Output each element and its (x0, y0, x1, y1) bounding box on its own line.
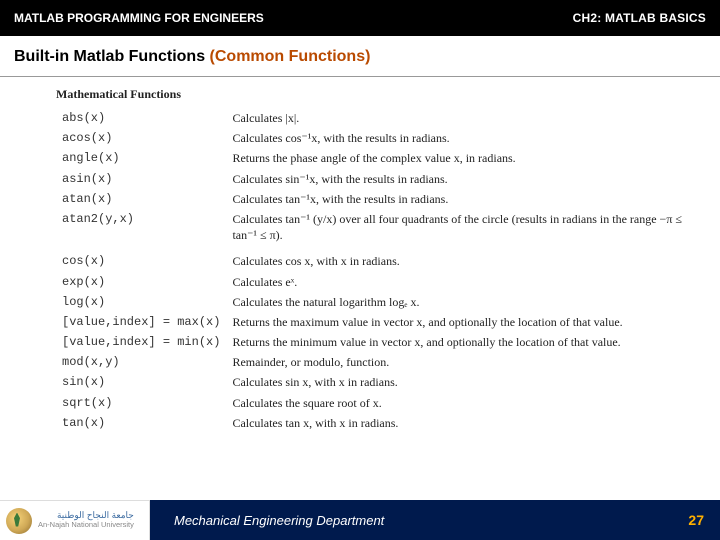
function-description: Returns the phase angle of the complex v… (226, 148, 690, 168)
function-name: sin(x) (56, 372, 226, 392)
functions-table: abs(x)Calculates |x|.acos(x)Calculates c… (56, 108, 690, 433)
function-description: Calculates the square root of x. (226, 393, 690, 413)
table-row: atan2(y,x)Calculates tan⁻¹ (y/x) over al… (56, 209, 690, 245)
header-bar: MATLAB PROGRAMMING FOR ENGINEERS CH2: MA… (0, 0, 720, 36)
footer: جامعة النجاح الوطنية An-Najah National U… (0, 500, 720, 540)
header-chapter-main: MATLAB BASICS (605, 11, 706, 25)
function-description: Calculates the natural logarithm logₑ x. (226, 292, 690, 312)
function-name: abs(x) (56, 108, 226, 128)
function-description: Calculates sin x, with x in radians. (226, 372, 690, 392)
function-description: Calculates cos x, with x in radians. (226, 251, 690, 271)
function-name: atan(x) (56, 189, 226, 209)
function-description: Remainder, or modulo, function. (226, 352, 690, 372)
table-row: mod(x,y)Remainder, or modulo, function. (56, 352, 690, 372)
header-chapter-prefix: CH2: (573, 11, 605, 25)
table-row: [value,index] = min(x)Returns the minimu… (56, 332, 690, 352)
footer-strip: Mechanical Engineering Department 27 (150, 500, 720, 540)
table-row: exp(x)Calculates eˣ. (56, 272, 690, 292)
header-left: MATLAB PROGRAMMING FOR ENGINEERS (14, 11, 264, 25)
function-name: sqrt(x) (56, 393, 226, 413)
function-name: [value,index] = max(x) (56, 312, 226, 332)
table-row: tan(x)Calculates tan x, with x in radian… (56, 413, 690, 433)
table-row: atan(x)Calculates tan⁻¹x, with the resul… (56, 189, 690, 209)
slide-title: Built-in Matlab Functions (Common Functi… (0, 36, 720, 77)
header-right: CH2: MATLAB BASICS (573, 11, 706, 25)
function-name: [value,index] = min(x) (56, 332, 226, 352)
logo-text-en: An-Najah National University (38, 521, 134, 529)
function-name: tan(x) (56, 413, 226, 433)
logo-icon (6, 508, 32, 534)
function-description: Calculates tan⁻¹ (y/x) over all four qua… (226, 209, 690, 245)
function-description: Calculates tan⁻¹x, with the results in r… (226, 189, 690, 209)
title-main: Built-in Matlab Functions (14, 48, 210, 65)
table-row: cos(x)Calculates cos x, with x in radian… (56, 251, 690, 271)
function-name: acos(x) (56, 128, 226, 148)
function-description: Calculates cos⁻¹x, with the results in r… (226, 128, 690, 148)
table-row: abs(x)Calculates |x|. (56, 108, 690, 128)
function-description: Calculates eˣ. (226, 272, 690, 292)
content-area: Mathematical Functions abs(x)Calculates … (0, 77, 720, 433)
table-row: [value,index] = max(x)Returns the maximu… (56, 312, 690, 332)
function-description: Returns the maximum value in vector x, a… (226, 312, 690, 332)
department-name: Mechanical Engineering Department (174, 513, 384, 528)
function-name: exp(x) (56, 272, 226, 292)
table-row: angle(x)Returns the phase angle of the c… (56, 148, 690, 168)
university-logo: جامعة النجاح الوطنية An-Najah National U… (0, 500, 150, 540)
function-description: Returns the minimum value in vector x, a… (226, 332, 690, 352)
function-description: Calculates tan x, with x in radians. (226, 413, 690, 433)
function-description: Calculates sin⁻¹x, with the results in r… (226, 169, 690, 189)
logo-text: جامعة النجاح الوطنية An-Najah National U… (38, 511, 134, 529)
table-row: sin(x)Calculates sin x, with x in radian… (56, 372, 690, 392)
function-description: Calculates |x|. (226, 108, 690, 128)
table-row: sqrt(x)Calculates the square root of x. (56, 393, 690, 413)
function-name: asin(x) (56, 169, 226, 189)
title-paren: (Common Functions) (210, 48, 371, 65)
function-name: angle(x) (56, 148, 226, 168)
function-name: mod(x,y) (56, 352, 226, 372)
page-number: 27 (688, 512, 704, 528)
table-row: asin(x)Calculates sin⁻¹x, with the resul… (56, 169, 690, 189)
function-name: cos(x) (56, 251, 226, 271)
function-name: atan2(y,x) (56, 209, 226, 245)
function-name: log(x) (56, 292, 226, 312)
table-row: acos(x)Calculates cos⁻¹x, with the resul… (56, 128, 690, 148)
section-heading: Mathematical Functions (56, 87, 690, 102)
table-row: log(x)Calculates the natural logarithm l… (56, 292, 690, 312)
